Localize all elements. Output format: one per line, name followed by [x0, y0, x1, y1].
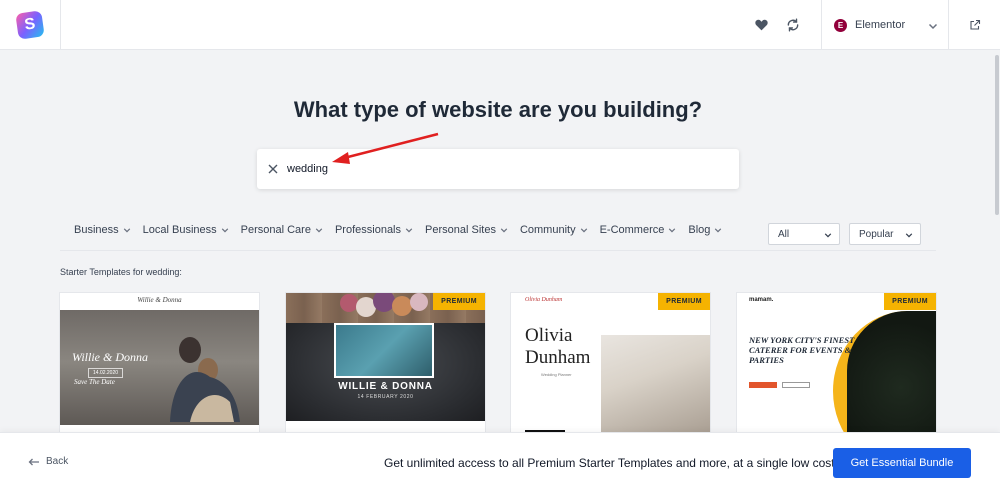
template-logo: Olivia Dunham	[525, 297, 563, 303]
couple-photo	[334, 323, 434, 378]
chevron-down-icon	[715, 228, 722, 233]
elementor-icon: E	[834, 18, 847, 32]
header-divider	[948, 0, 949, 50]
top-bar: S E Elementor	[0, 0, 1000, 50]
search-input[interactable]	[287, 163, 687, 175]
chevron-down-icon	[405, 228, 413, 233]
external-link-icon[interactable]	[963, 13, 987, 37]
page-title: What type of website are you building?	[293, 97, 703, 122]
page-builder-select[interactable]: E Elementor	[822, 0, 948, 50]
bottom-bar: Back Get unlimited access to all Premium…	[0, 432, 1000, 490]
premium-badge: PREMIUM	[884, 293, 936, 310]
category-community[interactable]: Community	[520, 224, 588, 236]
template-date: 14.02.2020	[88, 368, 124, 378]
template-headline: NEW YORK CITY'S FINEST CATERER FOR EVENT…	[749, 335, 855, 365]
arrow-left-icon	[28, 458, 39, 465]
type-filter-value: All	[778, 228, 790, 240]
template-card[interactable]: mamam. NEW YORK CITY'S FINEST CATERER FO…	[737, 293, 936, 438]
type-filter-select[interactable]: All	[768, 223, 840, 245]
sort-value: Popular	[859, 228, 894, 240]
template-names: Willie & Donna	[72, 350, 148, 364]
category-personal-care[interactable]: Personal Care	[241, 224, 323, 236]
chevron-down-icon	[500, 228, 508, 233]
heart-icon[interactable]	[749, 13, 773, 37]
chevron-down-icon	[315, 228, 323, 233]
chevron-down-icon	[928, 18, 938, 36]
category-personal-sites[interactable]: Personal Sites	[425, 224, 508, 236]
couple-photo	[170, 337, 240, 422]
template-logo: Willie & Donna	[60, 293, 259, 310]
sort-select[interactable]: Popular	[849, 223, 921, 245]
back-button[interactable]: Back	[28, 456, 68, 467]
couple-photo	[601, 335, 710, 438]
promo-text: Get unlimited access to all Premium Star…	[384, 456, 838, 470]
logo-area[interactable]: S	[0, 0, 61, 50]
template-title: Olivia Dunham	[525, 325, 591, 368]
chevron-down-icon	[824, 233, 832, 238]
scrollbar-thumb[interactable]	[995, 55, 999, 215]
category-e-commerce[interactable]: E-Commerce	[600, 224, 677, 236]
category-business[interactable]: Business	[74, 224, 131, 236]
chevron-down-icon	[580, 228, 587, 233]
chevron-down-icon	[123, 228, 130, 233]
template-names: WILLIE & DONNA	[338, 381, 433, 392]
sync-icon[interactable]	[781, 13, 805, 37]
starter-templates-logo: S	[15, 10, 45, 40]
template-button	[749, 382, 777, 388]
category-blog[interactable]: Blog	[688, 224, 722, 236]
divider	[60, 250, 936, 251]
template-logo: mamam.	[749, 297, 774, 303]
chevron-down-icon	[221, 228, 228, 233]
template-card[interactable]: WILLIE & DONNA 14 FEBRUARY 2020 PREMIUM	[286, 293, 485, 438]
template-preview-image: Willie & Donna 14.02.2020 Save The Date	[60, 310, 259, 425]
chevron-down-icon	[669, 228, 676, 233]
template-button	[782, 382, 810, 388]
template-card[interactable]: Willie & Donna Willie & Donna 14.02.2020…	[60, 293, 259, 438]
template-date: 14 FEBRUARY 2020	[357, 394, 414, 400]
get-essential-bundle-button[interactable]: Get Essential Bundle	[833, 448, 971, 478]
premium-badge: PREMIUM	[658, 293, 710, 310]
page-builder-label: Elementor	[855, 19, 906, 31]
template-card[interactable]: Olivia Dunham Olivia Dunham Wedding Plan…	[511, 293, 710, 438]
results-label: Starter Templates for wedding:	[60, 267, 182, 277]
category-local-business[interactable]: Local Business	[143, 224, 229, 236]
template-tagline: Save The Date	[74, 378, 115, 386]
category-filter-bar: Business Local Business Personal Care Pr…	[74, 224, 734, 236]
premium-badge: PREMIUM	[433, 293, 485, 310]
category-professionals[interactable]: Professionals	[335, 224, 413, 236]
chevron-down-icon	[905, 233, 913, 238]
flowers-decoration	[340, 293, 428, 317]
clear-search-icon[interactable]	[259, 149, 287, 189]
search-box	[257, 149, 739, 189]
template-subtitle: Wedding Planner	[541, 372, 572, 377]
